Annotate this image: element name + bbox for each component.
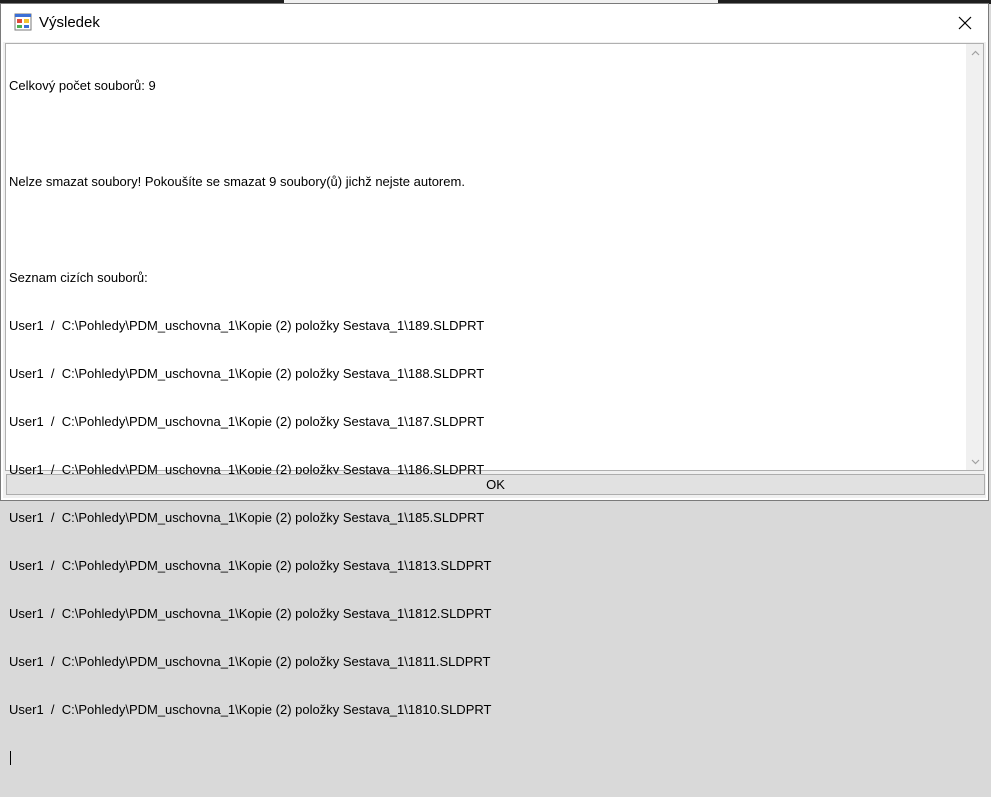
result-textbox[interactable]: Celkový počet souborů: 9 Nelze smazat so… bbox=[5, 43, 984, 765]
file-list-item: User1 / C:\Pohledy\PDM_uschovna_1\Kopie … bbox=[9, 366, 485, 381]
chevron-down-icon bbox=[971, 459, 980, 464]
total-count-line: Celkový počet souborů: 9 bbox=[9, 78, 156, 93]
window-title: Výsledek bbox=[39, 14, 100, 31]
file-list-item: User1 / C:\Pohledy\PDM_uschovna_1\Kopie … bbox=[9, 414, 485, 429]
result-text[interactable]: Celkový počet souborů: 9 Nelze smazat so… bbox=[9, 46, 959, 797]
file-list-item: User1 / C:\Pohledy\PDM_uschovna_1\Kopie … bbox=[9, 702, 492, 717]
scroll-down-button[interactable] bbox=[967, 453, 984, 470]
close-icon bbox=[958, 16, 972, 29]
title-bar[interactable]: Výsledek bbox=[1, 4, 988, 41]
close-button[interactable] bbox=[942, 4, 988, 41]
result-dialog: Výsledek Celkový počet souborů: 9 Nelze … bbox=[0, 3, 989, 765]
text-caret bbox=[10, 751, 11, 765]
file-list-item: User1 / C:\Pohledy\PDM_uschovna_1\Kopie … bbox=[9, 654, 491, 669]
file-list-header: Seznam cizích souborů: bbox=[9, 270, 148, 285]
file-list-item: User1 / C:\Pohledy\PDM_uschovna_1\Kopie … bbox=[9, 558, 492, 573]
file-list-item: User1 / C:\Pohledy\PDM_uschovna_1\Kopie … bbox=[9, 606, 492, 621]
file-list-item: User1 / C:\Pohledy\PDM_uschovna_1\Kopie … bbox=[9, 318, 485, 333]
file-list-item: User1 / C:\Pohledy\PDM_uschovna_1\Kopie … bbox=[9, 510, 485, 525]
ok-button[interactable]: OK bbox=[6, 474, 985, 495]
dialog-client-area: Celkový počet souborů: 9 Nelze smazat so… bbox=[3, 42, 986, 765]
chevron-up-icon bbox=[971, 50, 980, 55]
scroll-up-button[interactable] bbox=[967, 44, 984, 61]
application-icon bbox=[14, 13, 32, 31]
error-message-line: Nelze smazat soubory! Pokoušíte se smaza… bbox=[9, 174, 465, 189]
vertical-scrollbar[interactable] bbox=[966, 44, 983, 470]
